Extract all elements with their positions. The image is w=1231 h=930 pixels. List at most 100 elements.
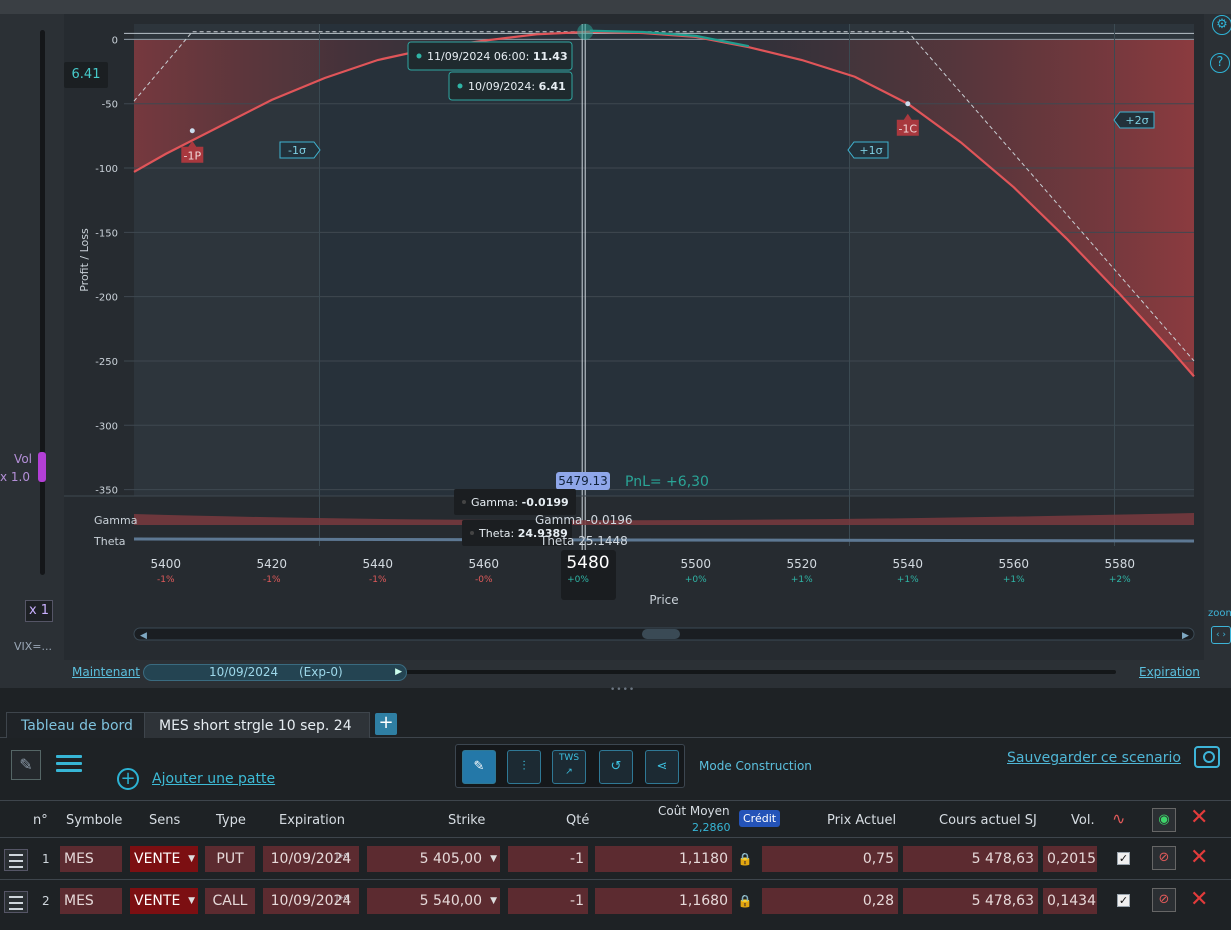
- volatility-slider-handle[interactable]: [38, 452, 46, 482]
- strike-select[interactable]: 5 540,00 ▼: [367, 888, 500, 914]
- expiration-cell[interactable]: J+0 10/09/2024: [263, 846, 359, 872]
- col-header-sens: Sens: [149, 813, 181, 828]
- menu-icon[interactable]: [56, 752, 82, 776]
- volatility-cell[interactable]: 0,2015: [1043, 846, 1097, 872]
- build-mode-icon[interactable]: ✎: [462, 750, 496, 784]
- side-select[interactable]: VENTE ▼: [130, 846, 198, 872]
- expiration-cell[interactable]: J+0 10/09/2024: [263, 888, 359, 914]
- share-icon[interactable]: ⋖: [645, 750, 679, 784]
- delete-all-icon[interactable]: ✕: [1190, 804, 1208, 832]
- scroll-right-icon[interactable]: ▶: [1182, 631, 1189, 641]
- volatility-slider[interactable]: [40, 30, 45, 575]
- strike-value: 5 405,00: [419, 851, 482, 867]
- y-tick-label: -50: [102, 100, 118, 111]
- cursor-point[interactable]: [577, 23, 594, 40]
- tooltip-today-dot: [457, 83, 463, 89]
- symbol-cell[interactable]: MES: [60, 888, 122, 914]
- leg-active-checkbox[interactable]: ✓: [1117, 894, 1130, 907]
- strike-select[interactable]: 5 405,00 ▼: [367, 846, 500, 872]
- save-scenario-link[interactable]: Sauvegarder ce scenario: [1007, 750, 1181, 766]
- hide-leg-eye-icon[interactable]: ⊘: [1152, 888, 1176, 912]
- settings-gear-icon[interactable]: ⚙: [1212, 15, 1231, 35]
- x-tick-pct: -1%: [263, 575, 281, 585]
- quantity-input[interactable]: -1: [508, 888, 588, 914]
- y-axis-label: Profit / Loss: [78, 228, 91, 292]
- delete-leg-icon[interactable]: ✕: [1190, 844, 1208, 872]
- x-tick-pct: +1%: [897, 575, 919, 585]
- col-header-cout: Coût Moyen: [658, 804, 730, 818]
- quantity-input[interactable]: -1: [508, 846, 588, 872]
- h-scrollbar-thumb[interactable]: [642, 629, 680, 639]
- tooltip-next-day-dot: [416, 53, 422, 59]
- tooltip-next-day-label: 11/09/2024 06:00: 11.43: [427, 50, 568, 63]
- leg-marker: [905, 101, 911, 107]
- cursor-price: 5480: [566, 553, 609, 573]
- row-menu-icon[interactable]: [4, 891, 28, 913]
- chevron-down-icon: ▼: [188, 896, 195, 906]
- symbol-cell[interactable]: MES: [60, 846, 122, 872]
- sigma-tag-label: -1σ: [288, 144, 306, 157]
- x-tick-label: 5540: [893, 557, 924, 571]
- theta-cursor-value: Theta 25.1448: [539, 534, 628, 548]
- tab-strategy[interactable]: MES short strgle 10 sep. 24: [144, 712, 370, 738]
- camera-icon[interactable]: [1194, 746, 1220, 768]
- help-icon[interactable]: ?: [1210, 53, 1230, 73]
- add-leg-icon[interactable]: +: [117, 768, 139, 790]
- expiration-link[interactable]: Expiration: [1139, 665, 1200, 679]
- volatility-cell[interactable]: 0,1434: [1043, 888, 1097, 914]
- avg-cost-input[interactable]: 1,1180: [595, 846, 732, 872]
- delete-leg-icon[interactable]: ✕: [1190, 886, 1208, 914]
- pnl-chart[interactable]: 0 -50 -100 -150 -200 -250 -300 -350 -1σ +1σ +2σ -1P…: [64, 14, 1204, 660]
- leg-tag-label: -1P: [183, 150, 201, 163]
- vix-label: VIX=...: [14, 640, 53, 653]
- vol-label: Vol: [14, 452, 32, 466]
- sliders-icon[interactable]: ⫶: [507, 750, 541, 784]
- leg-active-checkbox[interactable]: ✓: [1117, 852, 1130, 865]
- now-link[interactable]: Maintenant: [72, 665, 140, 679]
- day-offset-tag: J+0: [336, 852, 349, 860]
- add-leg-link[interactable]: Ajouter une patte: [152, 771, 275, 787]
- tws-icon[interactable]: TWS ↗: [552, 750, 586, 784]
- tab-dashboard[interactable]: Tableau de bord: [6, 712, 148, 738]
- x-tick-label: 5580: [1105, 557, 1136, 571]
- greeks-curve-icon[interactable]: ∿: [1112, 809, 1125, 828]
- hide-leg-eye-icon[interactable]: ⊘: [1152, 846, 1176, 870]
- y-tick-label: 0: [112, 35, 118, 46]
- mode-button-group: ✎ ⫶ TWS ↗ ↺ ⋖: [455, 744, 685, 788]
- leg-marker: [189, 128, 195, 134]
- time-slider-handle[interactable]: 10/09/2024 (Exp-0) ▶: [143, 664, 407, 681]
- tab-bar: Tableau de bord MES short strgle 10 sep.…: [0, 696, 1231, 738]
- play-arrow-icon: ▶: [395, 667, 402, 677]
- y-tick-label: -100: [95, 164, 118, 175]
- x-tick-pct: +2%: [1109, 575, 1131, 585]
- zoom-button[interactable]: ‹ ›: [1211, 626, 1231, 644]
- avg-cost-input[interactable]: 1,1680: [595, 888, 732, 914]
- day-offset-tag: J+0: [336, 894, 349, 902]
- x-tick-label: 5420: [257, 557, 288, 571]
- show-all-eye-icon[interactable]: ◉: [1152, 808, 1176, 832]
- pin-icon[interactable]: ✎: [11, 750, 41, 780]
- scroll-left-icon[interactable]: ◀: [140, 631, 147, 641]
- col-header-type: Type: [216, 813, 246, 828]
- side-select[interactable]: VENTE ▼: [130, 888, 198, 914]
- time-scrubber: Maintenant 10/09/2024 (Exp-0) ▶ Expirati…: [64, 660, 1204, 686]
- col-header-qte: Qté: [566, 813, 590, 828]
- history-icon[interactable]: ↺: [599, 750, 633, 784]
- pnl-chart-svg[interactable]: 0 -50 -100 -150 -200 -250 -300 -350 -1σ +1σ +2σ -1P…: [64, 14, 1204, 660]
- theta-line: [133, 537, 1195, 543]
- lock-icon[interactable]: 🔒: [734, 890, 756, 912]
- gamma-tooltip-dot: [462, 500, 466, 504]
- type-cell[interactable]: PUT: [205, 846, 255, 872]
- current-price-cell: 0,75: [762, 846, 898, 872]
- credit-badge[interactable]: Crédit: [739, 810, 781, 827]
- vol-reset-button[interactable]: x 1: [25, 600, 53, 622]
- add-tab-button[interactable]: +: [375, 713, 397, 735]
- col-header-n: n°: [33, 813, 48, 828]
- lock-icon[interactable]: 🔒: [734, 848, 756, 870]
- table-row: 2 MES VENTE ▼ CALL J+0 10/09/2024 5 540,00 ▼ -1 1,…: [0, 879, 1231, 921]
- panel-resize-grip[interactable]: ••••: [610, 685, 635, 695]
- type-cell[interactable]: CALL: [205, 888, 255, 914]
- row-menu-icon[interactable]: [4, 849, 28, 871]
- chevron-down-icon: ▼: [188, 854, 195, 864]
- pnl-label: PnL= +6,30: [625, 474, 709, 490]
